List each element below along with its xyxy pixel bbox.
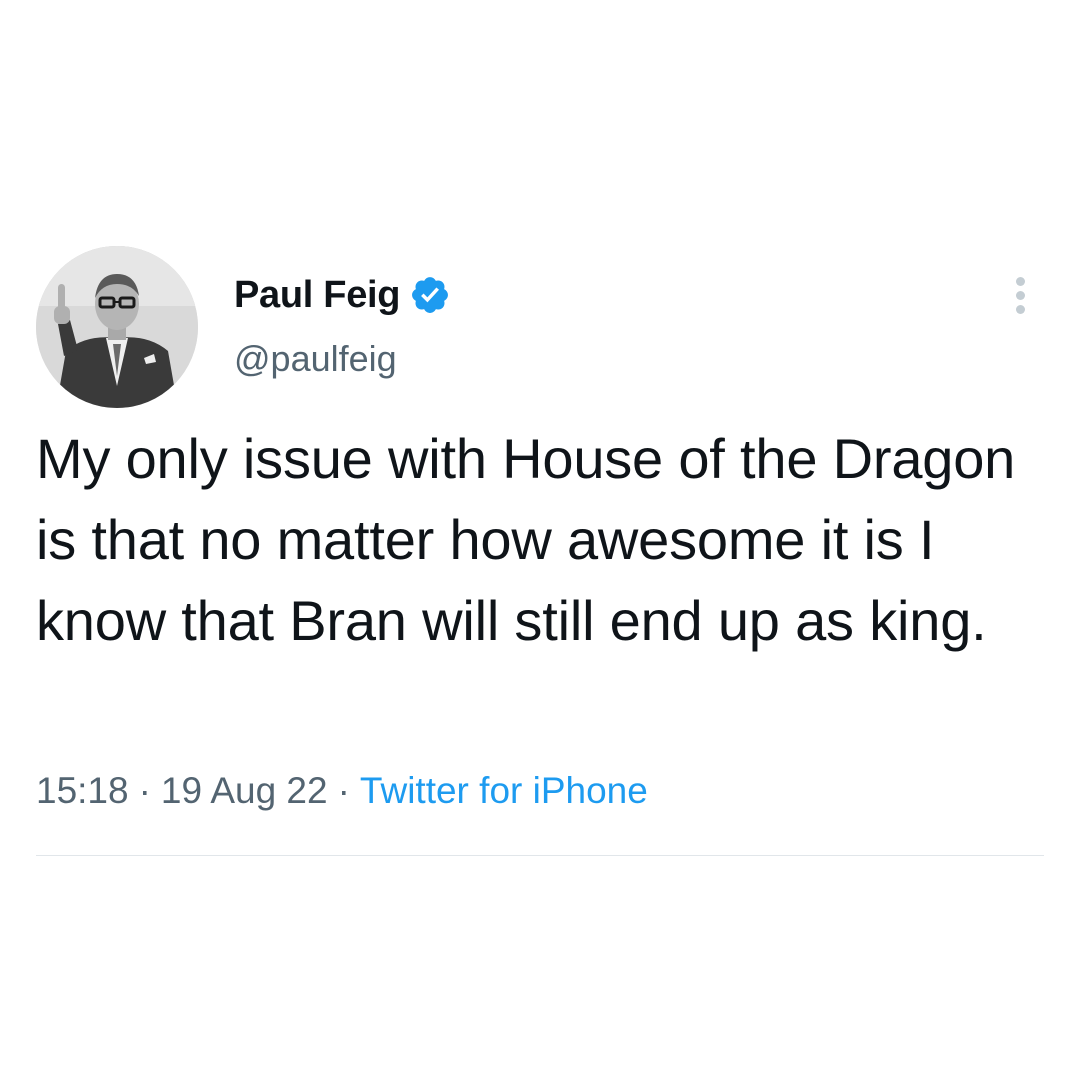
- handle[interactable]: @paulfeig: [234, 338, 397, 380]
- meta-separator: ·: [337, 770, 350, 811]
- tweet-source-link[interactable]: Twitter for iPhone: [360, 770, 648, 811]
- verified-badge-icon: [409, 274, 451, 316]
- meta-separator: ·: [138, 770, 151, 811]
- author-row: Paul Feig: [234, 270, 451, 320]
- more-dot: [1015, 304, 1025, 314]
- more-dot: [1015, 290, 1025, 300]
- profile-photo-avatar-icon: [36, 246, 198, 408]
- tweet-time[interactable]: 15:18: [36, 770, 129, 811]
- avatar[interactable]: [36, 246, 198, 408]
- more-options-icon[interactable]: [1004, 270, 1036, 320]
- tweet-card[interactable]: Paul Feig @paulfeig My only issue with H…: [0, 0, 1080, 1080]
- tweet-meta: 15:18 · 19 Aug 22 · Twitter for iPhone: [36, 770, 648, 812]
- tweet-text: My only issue with House of the Dragon i…: [36, 427, 1016, 652]
- divider: [36, 855, 1044, 856]
- tweet-date[interactable]: 19 Aug 22: [161, 770, 328, 811]
- display-name[interactable]: Paul Feig: [234, 274, 401, 317]
- more-dot: [1015, 276, 1025, 286]
